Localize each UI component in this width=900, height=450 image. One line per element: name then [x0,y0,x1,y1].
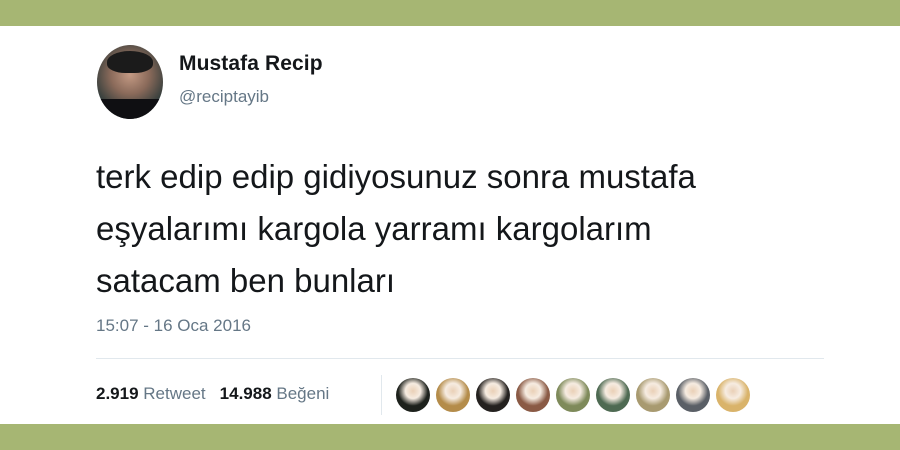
frame-top-border [0,0,900,26]
liker-avatar-icon[interactable] [596,378,630,412]
stats-divider [96,358,824,359]
user-handle[interactable]: @reciptayib [179,87,269,107]
stats-separator [381,375,382,415]
retweet-count: 2.919 [96,384,139,403]
liker-avatar-icon[interactable] [476,378,510,412]
like-count: 14.988 [219,384,272,403]
user-display-name[interactable]: Mustafa Recip [179,52,323,76]
liker-avatar-icon[interactable] [636,378,670,412]
tweet-card: Mustafa Recip @reciptayib terk edip edip… [0,26,900,424]
liker-avatar-icon[interactable] [396,378,430,412]
avatar-shirt-shape [97,99,163,119]
tweet-text: terk edip edip gidiyosunuz sonra mustafa… [96,151,856,307]
retweet-stat[interactable]: 2.919 Retweet [96,384,206,403]
like-label: Beğeni [276,384,330,403]
liker-avatar-icon[interactable] [676,378,710,412]
retweet-label: Retweet [143,384,206,403]
engagement-stats: 2.919 Retweet 14.988 Beğeni [96,384,329,404]
tweet-line: eşyalarımı kargola yarramı kargolarım [96,210,652,247]
liker-avatar-icon[interactable] [436,378,470,412]
tweet-timestamp[interactable]: 15:07 - 16 Oca 2016 [96,316,251,336]
user-avatar[interactable] [97,45,163,119]
liker-avatar-icon[interactable] [516,378,550,412]
tweet-line: satacam ben bunları [96,262,396,299]
tweet-line: terk edip edip gidiyosunuz sonra mustafa [96,158,696,195]
liker-avatar-icon[interactable] [716,378,750,412]
liker-avatar-icon[interactable] [556,378,590,412]
like-stat[interactable]: 14.988 Beğeni [220,384,330,403]
frame-bottom-border [0,424,900,450]
avatar-hair-shape [107,51,153,73]
